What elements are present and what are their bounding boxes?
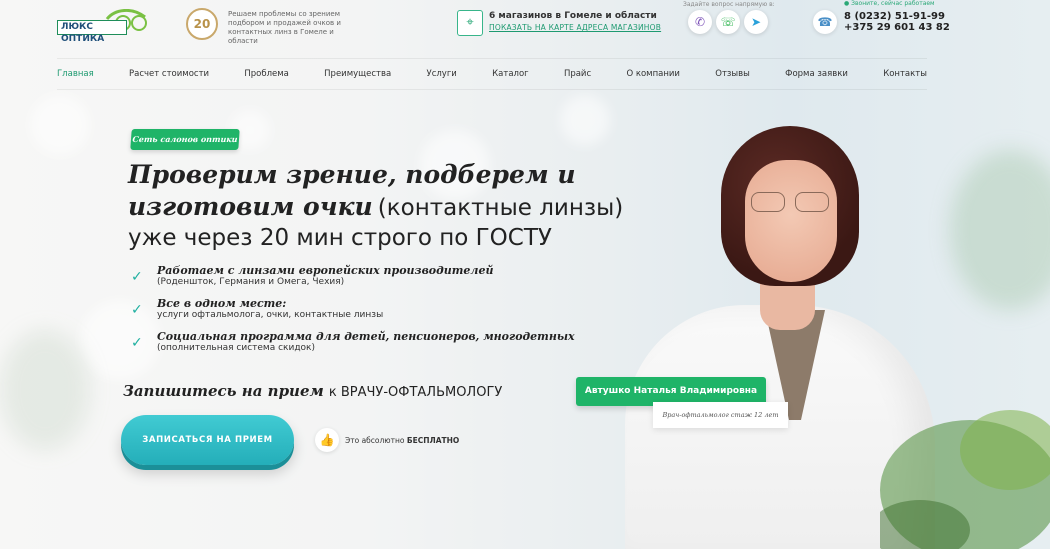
nav-item-price[interactable]: Прайс bbox=[564, 69, 591, 79]
plant-decoration bbox=[880, 410, 1050, 549]
doctor-glasses bbox=[751, 192, 831, 212]
ask-label: Задайте вопрос напрямую в: bbox=[683, 1, 775, 8]
phone-number-1[interactable]: 8 (0232) 51-91-99 bbox=[844, 11, 945, 22]
nav-item-cost[interactable]: Расчет стоимости bbox=[129, 69, 209, 79]
logo[interactable]: ЛЮКС ОПТИКА bbox=[57, 9, 152, 44]
logo-text: ЛЮКС ОПТИКА bbox=[57, 20, 127, 44]
map-pin-icon: ⌖ bbox=[457, 10, 483, 36]
nav-item-problem[interactable]: Проблема bbox=[244, 69, 289, 79]
blurred-plant bbox=[950, 150, 1050, 310]
checkmark-icon: ✓ bbox=[131, 335, 143, 351]
nav-item-catalog[interactable]: Каталог bbox=[492, 69, 529, 79]
checkmark-icon: ✓ bbox=[131, 302, 143, 318]
stores-map-link[interactable]: ПОКАЗАТЬ НА КАРТЕ АДРЕСА МАГАЗИНОВ bbox=[489, 23, 661, 32]
bokeh-light bbox=[560, 95, 610, 145]
hero-heading: Проверим зрение, подберем и изготовим оч… bbox=[128, 160, 648, 254]
header: ЛЮКС ОПТИКА 20 Решаем проблемы со зрение… bbox=[0, 0, 1050, 56]
appointment-heading-rest: к ВРАЧУ-ОФТАЛЬМОЛОГУ bbox=[328, 385, 503, 400]
blurred-plant bbox=[0, 330, 90, 450]
nav-item-services[interactable]: Услуги bbox=[427, 69, 457, 79]
doctor-neck bbox=[760, 280, 815, 330]
bokeh-light bbox=[30, 95, 90, 155]
feature-title: Социальная программа для детей, пенсионе… bbox=[157, 330, 575, 343]
free-note-bold: БЕСПЛАТНО bbox=[406, 436, 460, 445]
nav-item-advantages[interactable]: Преимущества bbox=[324, 69, 391, 79]
viber-icon[interactable]: ✆ bbox=[688, 10, 712, 34]
feature-title: Все в одном месте: bbox=[157, 297, 287, 310]
phone-number-2[interactable]: +375 29 601 43 82 bbox=[844, 22, 950, 33]
doctor-role-tag: Врач-офтальмолог стаж 12 лет bbox=[653, 402, 788, 428]
hero-heading-contacts: (контактные линзы) bbox=[377, 195, 624, 221]
feature-sub: (ополнительная система скидок) bbox=[157, 343, 316, 353]
years-badge: 20 bbox=[186, 8, 218, 40]
nav-item-contacts[interactable]: Контакты bbox=[883, 69, 927, 79]
tagline: Решаем проблемы со зрением подбором и пр… bbox=[228, 10, 341, 45]
appointment-heading: Запишитесь на прием к ВРАЧУ-ОФТАЛЬМОЛОГУ bbox=[123, 381, 502, 400]
book-appointment-button[interactable]: ЗАПИСАТЬСЯ НА ПРИЕМ bbox=[121, 415, 294, 465]
nav-item-home[interactable]: Главная bbox=[57, 69, 94, 79]
bokeh-light bbox=[80, 300, 160, 380]
free-note: Это абсолютно БЕСПЛАТНО bbox=[345, 436, 459, 445]
thumbs-up-icon: 👍 bbox=[315, 428, 339, 452]
call-status: ● Звоните, сейчас работаем bbox=[844, 0, 935, 7]
feature-sub: (Роденшток, Германия и Омега, Чехия) bbox=[157, 277, 345, 287]
whatsapp-icon[interactable]: ☏ bbox=[716, 10, 740, 34]
feature-sub: услуги офтальмолога, очки, контактные ли… bbox=[157, 310, 384, 320]
main-nav: Главная Расчет стоимости Проблема Преиму… bbox=[57, 58, 927, 90]
free-note-prefix: Это абсолютно bbox=[345, 436, 405, 445]
nav-item-form[interactable]: Форма заявки bbox=[785, 69, 848, 79]
appointment-heading-bold: Запишитесь на прием bbox=[123, 382, 324, 400]
hero-heading-timing: уже через 20 мин строго по ГОСТУ bbox=[128, 225, 552, 251]
checkmark-icon: ✓ bbox=[131, 269, 143, 285]
feature-title: Работаем с линзами европейских производи… bbox=[157, 264, 494, 277]
salon-network-pill: Сеть салонов оптики bbox=[130, 129, 240, 150]
doctor-face bbox=[745, 160, 837, 282]
nav-item-about[interactable]: О компании bbox=[626, 69, 680, 79]
telegram-icon[interactable]: ➤ bbox=[744, 10, 768, 34]
nav-item-reviews[interactable]: Отзывы bbox=[715, 69, 750, 79]
stores-title: 6 магазинов в Гомеле и области bbox=[489, 11, 657, 21]
phone-icon[interactable]: ☎ bbox=[813, 10, 837, 34]
